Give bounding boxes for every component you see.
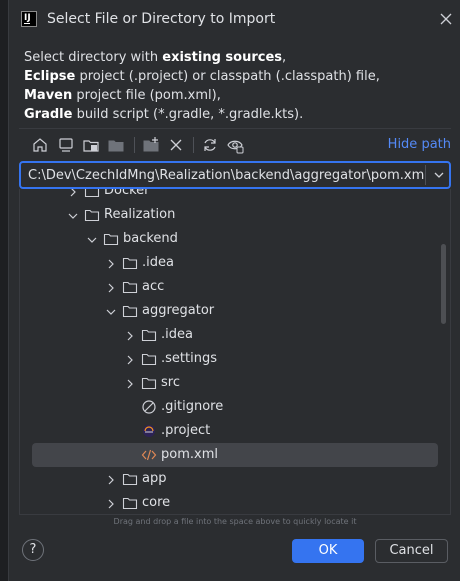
- tree-row[interactable]: .idea: [32, 323, 438, 347]
- folder-icon: [103, 231, 119, 247]
- tree-row[interactable]: Docker: [32, 189, 438, 203]
- folder-icon: [141, 375, 157, 391]
- folder-icon: [122, 495, 138, 511]
- tree-scrollbar[interactable]: [441, 244, 446, 324]
- toolbar-separator: [193, 137, 194, 153]
- chevron-right-icon[interactable]: [125, 354, 135, 365]
- help-button[interactable]: ?: [22, 539, 44, 561]
- refresh-icon[interactable]: [201, 136, 219, 154]
- cancel-button[interactable]: Cancel: [375, 539, 448, 563]
- folder-icon: [122, 279, 138, 295]
- chevron-down-icon[interactable]: [433, 169, 445, 181]
- drag-drop-hint: Drag and drop a file into the space abov…: [113, 517, 357, 526]
- tree-row[interactable]: .settings: [32, 347, 438, 371]
- path-combobox[interactable]: [19, 161, 451, 189]
- tree-row-label: .settings: [161, 351, 217, 366]
- desktop-icon[interactable]: [57, 136, 75, 154]
- folder-icon: [122, 303, 138, 319]
- new-folder-icon[interactable]: [142, 136, 160, 154]
- eclipse-project-icon: [141, 423, 157, 439]
- show-hidden-icon[interactable]: [226, 136, 244, 154]
- folder-icon: [141, 327, 157, 343]
- tree-row-label: .gitignore: [161, 399, 224, 414]
- title-bar: IJ Select File or Directory to Import: [9, 0, 460, 40]
- desc-line1-bold: existing sources: [162, 50, 282, 65]
- tree-row[interactable]: .idea: [32, 251, 438, 275]
- desc-line1-text: Select directory with: [24, 50, 163, 65]
- hide-path-link[interactable]: Hide path: [388, 137, 451, 152]
- tree-row-label: .idea: [161, 327, 193, 342]
- tree-row[interactable]: backend: [32, 227, 438, 251]
- tree-row[interactable]: aggregator: [32, 299, 438, 323]
- tree-row-label: app: [142, 471, 167, 486]
- delete-icon[interactable]: [167, 136, 185, 154]
- tree-row-label: Docker: [104, 189, 150, 198]
- tree-row[interactable]: core: [32, 491, 438, 514]
- dialog-description: Select directory with existing sources, …: [24, 48, 380, 124]
- folder-icon: [122, 255, 138, 271]
- tree-row[interactable]: .gitignore: [32, 395, 438, 419]
- tree-row-label: backend: [123, 231, 178, 246]
- tree-row[interactable]: acc: [32, 275, 438, 299]
- tree-row[interactable]: app: [32, 467, 438, 491]
- desc-line2-text: project (.project) or classpath (.classp…: [75, 69, 380, 84]
- path-dropdown-separator: [425, 165, 426, 185]
- chevron-right-icon[interactable]: [106, 282, 116, 293]
- file-chooser-toolbar: Hide path: [19, 128, 451, 160]
- module-folder-icon[interactable]: [107, 136, 125, 154]
- path-input[interactable]: [21, 163, 425, 187]
- desc-line4-bold: Gradle: [24, 107, 73, 122]
- desc-line4-text: build script (*.gradle, *.gradle.kts).: [72, 107, 304, 122]
- tree-row[interactable]: Realization: [32, 203, 438, 227]
- chevron-right-icon[interactable]: [106, 474, 116, 485]
- folder-icon: [122, 471, 138, 487]
- desc-line3-text: project file (pom.xml),: [72, 88, 221, 103]
- xml-file-icon: [141, 447, 157, 463]
- file-tree[interactable]: Docker Realization backend .idea acc aggregat…: [19, 189, 451, 515]
- desc-line2-bold: Eclipse: [24, 69, 76, 84]
- tree-row-label: .idea: [142, 255, 174, 270]
- folder-icon: [141, 351, 157, 367]
- tree-row[interactable]: pom.xml: [32, 443, 438, 467]
- home-icon[interactable]: [31, 136, 49, 154]
- project-folder-icon[interactable]: [82, 136, 100, 154]
- chevron-down-icon[interactable]: [87, 234, 97, 244]
- tree-row[interactable]: .project: [32, 419, 438, 443]
- tree-row-label: .project: [161, 423, 211, 438]
- tree-row-label: src: [161, 375, 180, 390]
- chevron-right-icon[interactable]: [106, 258, 116, 269]
- desc-line3-bold: Maven: [24, 88, 73, 103]
- import-dialog: IJ Select File or Directory to Import Se…: [8, 0, 460, 581]
- tree-row-label: aggregator: [142, 303, 215, 318]
- intellij-logo-icon: IJ: [21, 11, 37, 27]
- tree-row-label: core: [142, 495, 171, 510]
- chevron-right-icon[interactable]: [68, 189, 78, 197]
- gitignore-icon: [141, 399, 157, 415]
- app-icon-text: IJ: [24, 13, 31, 23]
- dialog-title: Select File or Directory to Import: [47, 11, 276, 27]
- chevron-down-icon[interactable]: [106, 306, 116, 316]
- folder-icon: [84, 189, 100, 199]
- folder-icon: [84, 207, 100, 223]
- close-icon[interactable]: [439, 12, 453, 26]
- tree-row-label: pom.xml: [161, 447, 218, 462]
- chevron-right-icon[interactable]: [125, 378, 135, 389]
- desc-line1-suffix: ,: [282, 50, 287, 65]
- chevron-right-icon[interactable]: [125, 330, 135, 341]
- tree-row[interactable]: src: [32, 371, 438, 395]
- chevron-down-icon[interactable]: [68, 210, 78, 220]
- toolbar-separator: [134, 137, 135, 153]
- chevron-right-icon[interactable]: [106, 498, 116, 509]
- tree-row-label: Realization: [104, 207, 176, 222]
- ok-button[interactable]: OK: [292, 539, 364, 563]
- tree-row-label: acc: [142, 279, 165, 294]
